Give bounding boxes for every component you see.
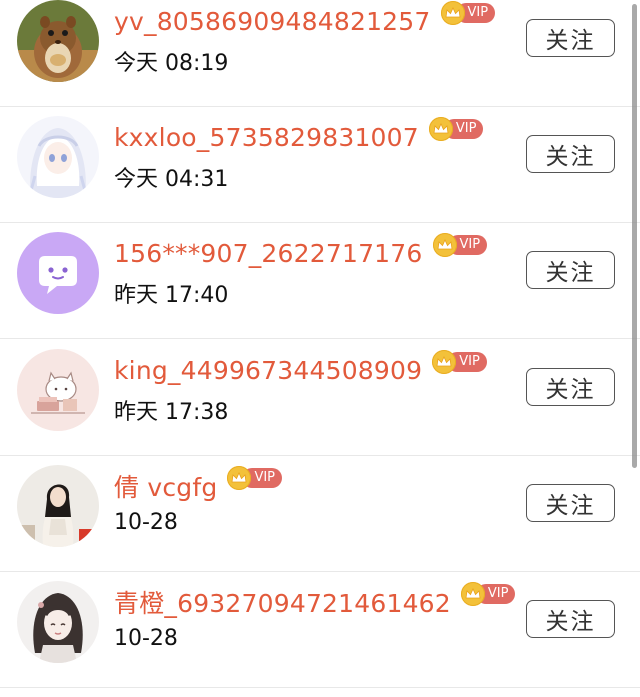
crown-icon <box>432 233 457 257</box>
user-row[interactable]: 青橙_69327094721461462 VIP 10-28 关注 <box>0 572 640 688</box>
crown-icon <box>440 1 465 25</box>
follow-time: 10-28 <box>114 626 178 651</box>
follow-button[interactable]: 关注 <box>526 368 615 406</box>
follow-time: 昨天 17:40 <box>114 283 229 308</box>
username[interactable]: 倩 vcgfg <box>114 468 217 504</box>
username-line: king_449967344508909 VIP <box>114 350 487 388</box>
user-row[interactable]: 156***907_2622717176 VIP 昨天 17:40 关注 <box>0 223 640 339</box>
username-line: 倩 vcgfg VIP <box>114 466 283 504</box>
username[interactable]: king_449967344508909 <box>114 356 422 385</box>
follow-time: 今天 04:31 <box>114 167 229 192</box>
follow-button[interactable]: 关注 <box>526 484 615 522</box>
username-line: 青橙_69327094721461462 VIP <box>114 582 516 620</box>
username[interactable]: kxxloo_5735829831007 <box>114 123 419 152</box>
avatar[interactable] <box>17 116 99 198</box>
vip-badge: VIP <box>432 350 487 374</box>
vip-badge: VIP <box>428 117 484 141</box>
avatar[interactable] <box>17 465 99 547</box>
avatar[interactable] <box>17 581 99 663</box>
follow-time: 今天 08:19 <box>114 51 229 76</box>
follow-button[interactable]: 关注 <box>526 251 615 289</box>
follow-button[interactable]: 关注 <box>526 600 615 638</box>
follower-list: yv_80586909484821257 VIP 今天 08:19 关注 kxx… <box>0 0 640 697</box>
vip-badge: VIP <box>440 1 496 25</box>
vip-badge: VIP <box>432 233 488 257</box>
username-line: 156***907_2622717176 VIP <box>114 233 488 271</box>
follow-time: 10-28 <box>114 510 178 535</box>
vip-badge: VIP <box>460 582 516 606</box>
follow-time: 昨天 17:38 <box>114 400 229 425</box>
avatar[interactable] <box>17 232 99 314</box>
username-line: kxxloo_5735829831007 VIP <box>114 117 484 155</box>
scrollbar[interactable] <box>632 4 637 468</box>
follow-button[interactable]: 关注 <box>526 135 615 173</box>
user-row[interactable]: yv_80586909484821257 VIP 今天 08:19 关注 <box>0 0 640 107</box>
username-line: yv_80586909484821257 VIP <box>114 1 496 39</box>
username[interactable]: 156***907_2622717176 <box>114 239 423 268</box>
username[interactable]: 青橙_69327094721461462 <box>114 584 451 620</box>
crown-icon <box>460 582 485 606</box>
crown-icon <box>428 117 453 141</box>
username[interactable]: yv_80586909484821257 <box>114 7 431 36</box>
avatar[interactable] <box>17 0 99 82</box>
avatar[interactable] <box>17 349 99 431</box>
user-row[interactable]: king_449967344508909 VIP 昨天 17:38 关注 <box>0 340 640 456</box>
user-row[interactable]: 倩 vcgfg VIP 10-28 关注 <box>0 456 640 572</box>
follow-button[interactable]: 关注 <box>526 19 615 57</box>
vip-badge: VIP <box>227 466 283 490</box>
user-row[interactable]: kxxloo_5735829831007 VIP 今天 04:31 关注 <box>0 107 640 223</box>
